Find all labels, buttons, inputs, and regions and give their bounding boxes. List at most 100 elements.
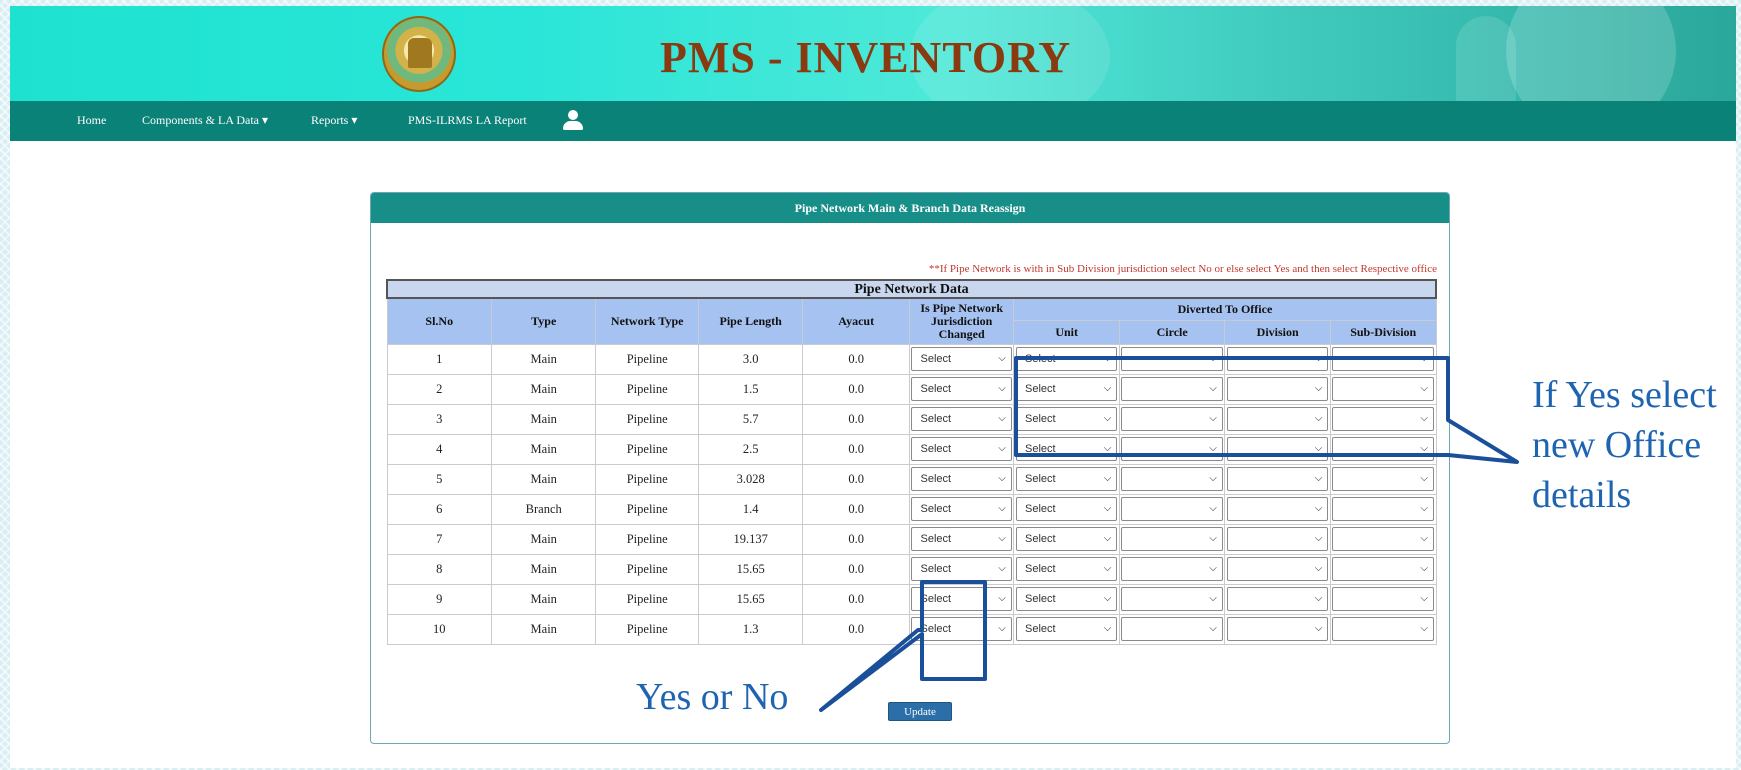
- changed-select[interactable]: Select ⌵: [911, 347, 1012, 371]
- unit-select[interactable]: Select ⌵: [1015, 467, 1118, 491]
- chevron-down-icon: ⌵: [1314, 593, 1323, 604]
- cell-slno: 3: [386, 403, 492, 435]
- cell-division: ⌵: [1224, 373, 1331, 405]
- cell-circle: ⌵: [1118, 433, 1226, 465]
- circle-select[interactable]: ⌵: [1121, 497, 1223, 521]
- chevron-down-icon: ⌵: [1420, 383, 1428, 394]
- cell-network-type: Pipeline: [595, 403, 699, 435]
- select-value: Select: [1024, 413, 1056, 425]
- cell-changed: Select ⌵: [908, 463, 1015, 495]
- division-select[interactable]: ⌵: [1226, 467, 1329, 491]
- chevron-down-icon: ⌵: [1314, 473, 1323, 484]
- chevron-down-icon: ⌵: [1314, 353, 1323, 364]
- cell-division: ⌵: [1224, 493, 1331, 525]
- changed-select[interactable]: Select ⌵: [911, 497, 1012, 521]
- division-select[interactable]: ⌵: [1226, 437, 1329, 461]
- circle-select[interactable]: ⌵: [1121, 347, 1223, 371]
- select-value: Select: [920, 473, 952, 485]
- changed-select[interactable]: Select ⌵: [911, 617, 1012, 641]
- division-select[interactable]: ⌵: [1226, 347, 1329, 371]
- table-row: 10 Main Pipeline 1.3 0.0 Select ⌵ Select ⌵ ⌵ ⌵ ⌵: [386, 613, 1437, 645]
- panel-title: Pipe Network Main & Branch Data Reassign: [371, 193, 1449, 223]
- subdivision-select[interactable]: ⌵: [1332, 527, 1434, 551]
- cell-pipe-length: 1.5: [697, 373, 804, 405]
- col-header-unit: Unit: [1013, 319, 1120, 345]
- changed-select[interactable]: Select ⌵: [911, 557, 1012, 581]
- subdivision-select[interactable]: ⌵: [1332, 377, 1434, 401]
- chevron-down-icon: ⌵: [1209, 563, 1217, 574]
- subdivision-select[interactable]: ⌵: [1332, 497, 1434, 521]
- cell-type: Main: [490, 343, 597, 375]
- col-header-type: Type: [490, 297, 597, 345]
- division-select[interactable]: ⌵: [1226, 497, 1329, 521]
- chevron-down-icon: ⌵: [1314, 413, 1323, 424]
- unit-select[interactable]: Select ⌵: [1015, 527, 1118, 551]
- unit-select[interactable]: Select ⌵: [1015, 377, 1118, 401]
- subdivision-select[interactable]: ⌵: [1332, 347, 1434, 371]
- unit-select[interactable]: Select ⌵: [1015, 617, 1118, 641]
- cell-circle: ⌵: [1118, 553, 1226, 585]
- changed-select[interactable]: Select ⌵: [911, 527, 1012, 551]
- unit-select[interactable]: Select ⌵: [1015, 407, 1118, 431]
- cell-circle: ⌵: [1118, 463, 1226, 495]
- circle-select[interactable]: ⌵: [1121, 407, 1223, 431]
- circle-select[interactable]: ⌵: [1121, 437, 1223, 461]
- division-select[interactable]: ⌵: [1226, 377, 1329, 401]
- table-row: 8 Main Pipeline 15.65 0.0 Select ⌵ Select ⌵ ⌵ ⌵ ⌵: [386, 553, 1437, 585]
- cell-changed: Select ⌵: [908, 343, 1015, 375]
- changed-select[interactable]: Select ⌵: [911, 467, 1012, 491]
- circle-select[interactable]: ⌵: [1121, 587, 1223, 611]
- nav-home[interactable]: Home: [77, 113, 106, 128]
- changed-select[interactable]: Select ⌵: [911, 377, 1012, 401]
- select-value: Select: [1024, 593, 1056, 605]
- chevron-down-icon: ⌵: [1314, 623, 1323, 634]
- division-select[interactable]: ⌵: [1226, 617, 1329, 641]
- division-select[interactable]: ⌵: [1226, 407, 1329, 431]
- cell-ayacut: 0.0: [802, 493, 910, 525]
- unit-select[interactable]: Select ⌵: [1015, 587, 1118, 611]
- chevron-down-icon: ⌵: [998, 623, 1006, 634]
- subdivision-select[interactable]: ⌵: [1332, 407, 1434, 431]
- cell-network-type: Pipeline: [595, 493, 699, 525]
- user-icon[interactable]: [562, 110, 584, 132]
- circle-select[interactable]: ⌵: [1121, 467, 1223, 491]
- unit-select[interactable]: Select ⌵: [1015, 497, 1118, 521]
- nav-reports-menu[interactable]: Reports ▾: [311, 113, 357, 128]
- cell-unit: Select ⌵: [1013, 493, 1120, 525]
- table-row: 9 Main Pipeline 15.65 0.0 Select ⌵ Select ⌵ ⌵ ⌵ ⌵: [386, 583, 1437, 615]
- chevron-down-icon: ⌵: [1314, 443, 1323, 454]
- col-header-pipe-length: Pipe Length: [697, 297, 804, 345]
- chevron-down-icon: ⌵: [998, 353, 1006, 364]
- unit-select[interactable]: Select ⌵: [1015, 437, 1118, 461]
- chevron-down-icon: ⌵: [998, 443, 1006, 454]
- nav-la-report[interactable]: PMS-ILRMS LA Report: [408, 113, 527, 128]
- cell-division: ⌵: [1224, 553, 1331, 585]
- col-header-slno: Sl.No: [386, 297, 492, 345]
- division-select[interactable]: ⌵: [1226, 527, 1329, 551]
- subdivision-select[interactable]: ⌵: [1332, 617, 1434, 641]
- changed-select[interactable]: Select ⌵: [911, 407, 1012, 431]
- circle-select[interactable]: ⌵: [1121, 617, 1223, 641]
- instruction-note: **If Pipe Network is with in Sub Divisio…: [928, 263, 1437, 275]
- chevron-down-icon: ⌵: [1103, 533, 1112, 544]
- unit-select[interactable]: Select ⌵: [1015, 557, 1118, 581]
- circle-select[interactable]: ⌵: [1121, 557, 1223, 581]
- update-button[interactable]: Update: [888, 702, 952, 721]
- division-select[interactable]: ⌵: [1226, 557, 1329, 581]
- circle-select[interactable]: ⌵: [1121, 527, 1223, 551]
- select-value: Select: [1024, 533, 1056, 545]
- changed-select[interactable]: Select ⌵: [911, 587, 1012, 611]
- table-row: 1 Main Pipeline 3.0 0.0 Select ⌵ Select ⌵ ⌵ ⌵ ⌵: [386, 343, 1437, 375]
- division-select[interactable]: ⌵: [1226, 587, 1329, 611]
- circle-select[interactable]: ⌵: [1121, 377, 1223, 401]
- unit-select[interactable]: Select ⌵: [1015, 347, 1118, 371]
- subdivision-select[interactable]: ⌵: [1332, 437, 1434, 461]
- cell-type: Main: [490, 463, 597, 495]
- subdivision-select[interactable]: ⌵: [1332, 587, 1434, 611]
- subdivision-select[interactable]: ⌵: [1332, 467, 1434, 491]
- cell-type: Branch: [490, 493, 597, 525]
- nav-components-menu[interactable]: Components & LA Data ▾: [142, 113, 268, 128]
- subdivision-select[interactable]: ⌵: [1332, 557, 1434, 581]
- slide: PMS - INVENTORY Home Components & LA Dat…: [10, 6, 1736, 768]
- changed-select[interactable]: Select ⌵: [911, 437, 1012, 461]
